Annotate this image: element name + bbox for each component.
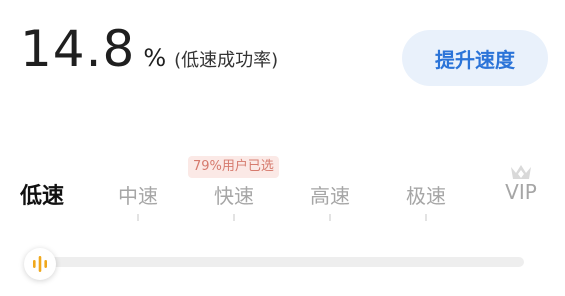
tab-low-speed[interactable]: 低速	[20, 178, 64, 210]
waveform-icon	[33, 256, 47, 272]
tick-mark	[233, 214, 235, 221]
popular-choice-badge: 79%用户已选	[188, 156, 279, 178]
speed-slider-handle[interactable]	[24, 248, 56, 280]
success-rate-label: (低速成功率)	[174, 50, 279, 71]
boost-speed-button[interactable]: 提升速度	[402, 30, 548, 86]
tab-extreme-speed[interactable]: 极速	[406, 180, 446, 209]
success-rate-value: 14.8	[20, 20, 136, 78]
tab-vip[interactable]: VIP	[505, 180, 537, 204]
speed-level-tabs: 低速 中速 快速 高速 极速 VIP	[0, 178, 565, 221]
tab-high-speed[interactable]: 高速	[310, 180, 350, 209]
tick-mark	[137, 214, 139, 221]
speed-slider-track[interactable]	[40, 257, 524, 267]
tab-medium-speed[interactable]: 中速	[118, 180, 158, 209]
success-rate-unit: %	[143, 44, 167, 72]
success-rate-display: 14.8 % (低速成功率)	[20, 24, 278, 74]
tick-mark	[329, 214, 331, 221]
tick-mark	[425, 214, 427, 221]
tab-fast-speed[interactable]: 快速	[214, 180, 254, 209]
crown-icon	[511, 165, 531, 179]
